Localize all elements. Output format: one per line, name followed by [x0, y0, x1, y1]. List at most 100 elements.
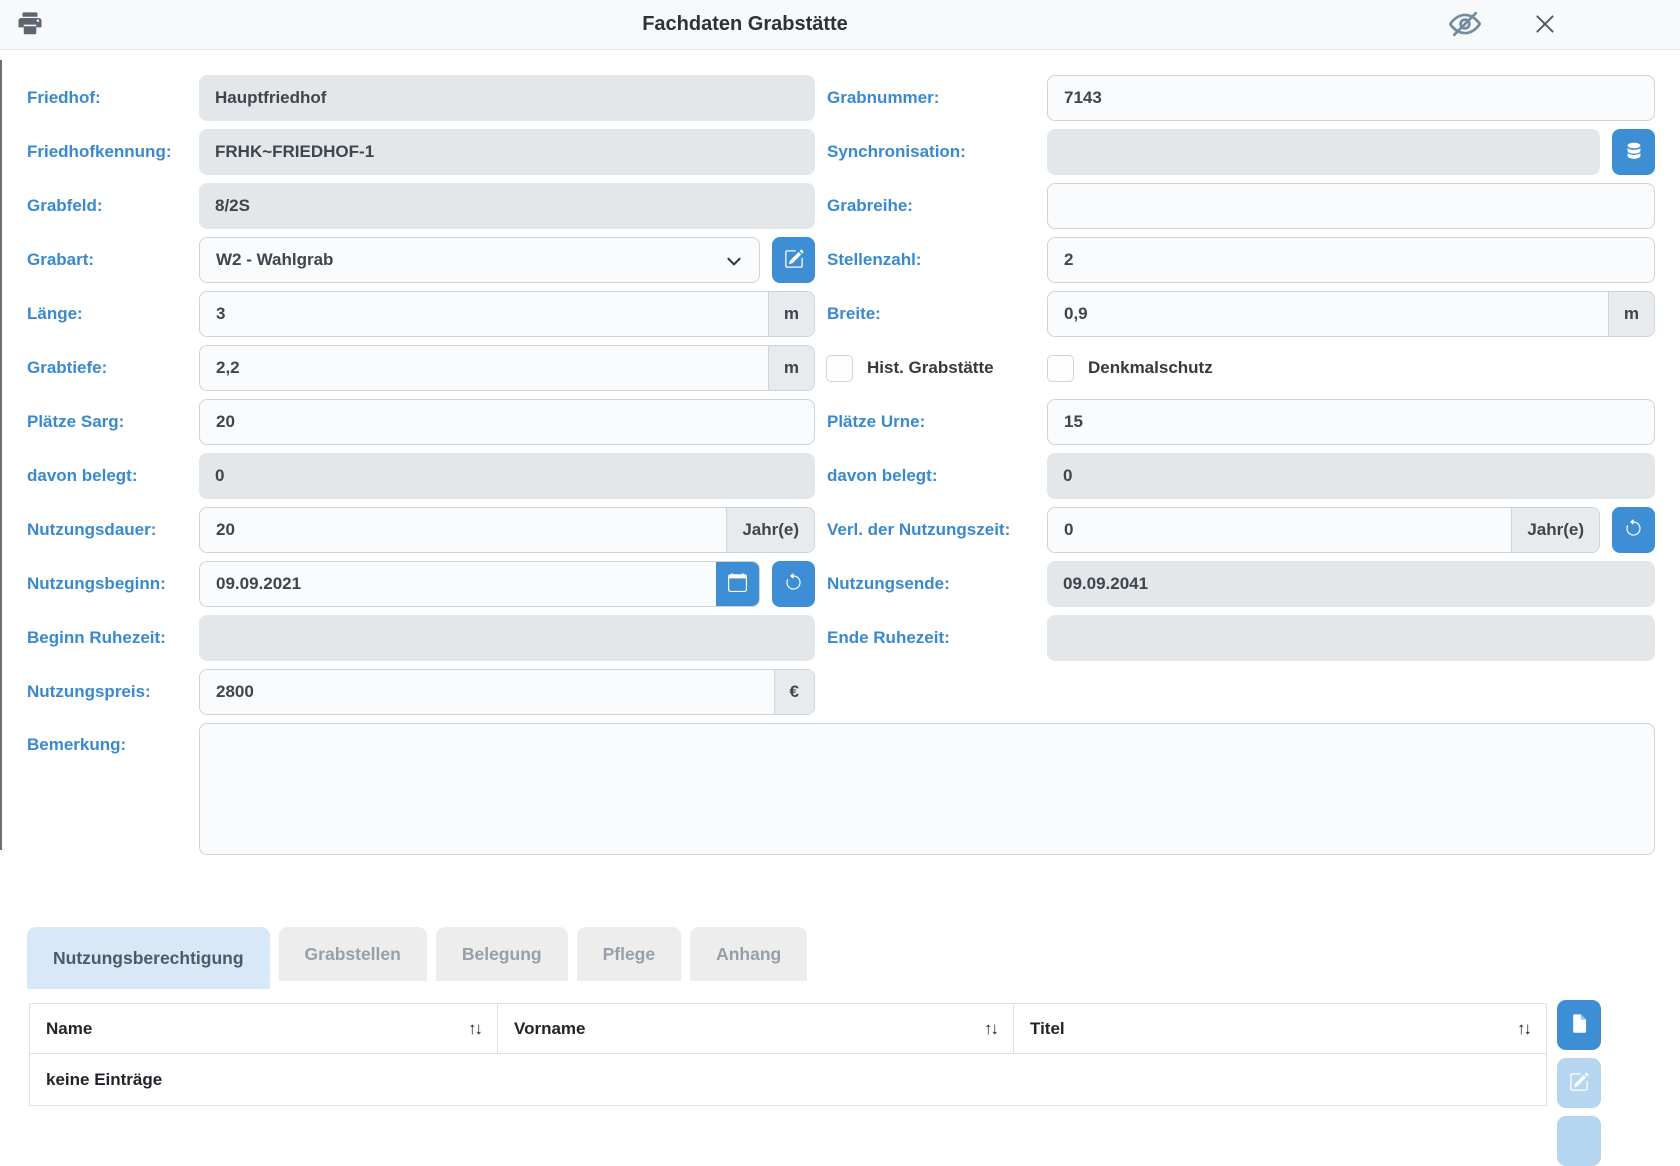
nutzungspreis-input[interactable]: [200, 670, 774, 714]
titlebar: Fachdaten Grabstätte: [0, 0, 1680, 50]
hist-grabstaette-label: Hist. Grabstätte: [867, 358, 994, 378]
davon-belegt-urne-input: [1047, 453, 1655, 499]
tab-belegung[interactable]: Belegung: [436, 927, 568, 981]
verl-nutzungszeit-label: Verl. der Nutzungszeit:: [815, 520, 1047, 540]
davon-belegt-sarg-input: [199, 453, 815, 499]
nutzungsberechtigung-panel: Name ↑↓ Vorname ↑↓ Titel ↑↓: [0, 989, 1680, 1166]
nutzungsdauer-input[interactable]: [200, 508, 726, 552]
denkmalschutz-checkbox[interactable]: [1047, 355, 1074, 382]
grabfeld-input: [199, 183, 815, 229]
breite-unit-addon: m: [1608, 292, 1654, 336]
ende-ruhezeit-label: Ende Ruhezeit:: [815, 628, 1047, 648]
synchronisation-input: [1047, 129, 1600, 175]
grabart-select[interactable]: W2 - Wahlgrab: [199, 237, 760, 283]
sort-icon[interactable]: ↑↓: [1517, 1019, 1530, 1039]
laenge-unit-addon: m: [768, 292, 814, 336]
row-nutzungsdauer-verlaengerung: Nutzungsdauer: Jahr(e) Verl. der Nutzung…: [27, 507, 1655, 553]
print-button[interactable]: [13, 8, 47, 42]
plaetze-urne-input[interactable]: [1048, 400, 1654, 444]
grabtiefe-label: Grabtiefe:: [27, 358, 199, 378]
empty-message: keine Einträge: [30, 1054, 1547, 1106]
grabart-edit-button[interactable]: [772, 237, 815, 283]
laenge-input[interactable]: [200, 292, 768, 336]
grabart-selected-value: W2 - Wahlgrab: [216, 250, 333, 270]
ende-ruhezeit-input: [1047, 615, 1655, 661]
tab-nutzungsberechtigung[interactable]: Nutzungsberechtigung: [27, 927, 270, 989]
synchronisation-database-button[interactable]: [1612, 129, 1655, 175]
table-actions: [1557, 1000, 1601, 1166]
sort-icon[interactable]: ↑↓: [468, 1019, 481, 1039]
bemerkung-label: Bemerkung:: [27, 735, 199, 755]
friedhofkennung-label: Friedhofkennung:: [27, 142, 199, 162]
close-button[interactable]: [1532, 11, 1558, 40]
detail-tabs: Nutzungsberechtigung Grabstellen Belegun…: [27, 927, 1680, 989]
edit-entry-button[interactable]: [1557, 1058, 1601, 1108]
toggle-visibility-button[interactable]: [1448, 7, 1482, 44]
verl-nutzungszeit-unit-addon: Jahr(e): [1511, 508, 1599, 552]
beginn-ruhezeit-input: [199, 615, 815, 661]
delete-entry-button[interactable]: [1557, 1116, 1601, 1166]
plaetze-sarg-input[interactable]: [200, 400, 814, 444]
grabnummer-label: Grabnummer:: [815, 88, 1047, 108]
verl-nutzungszeit-refresh-button[interactable]: [1612, 507, 1655, 553]
friedhofkennung-input: [199, 129, 815, 175]
denkmalschutz-label: Denkmalschutz: [1088, 358, 1213, 378]
refresh-icon: [784, 573, 803, 595]
grabreihe-label: Grabreihe:: [815, 196, 1047, 216]
row-davon-belegt: davon belegt: davon belegt:: [27, 453, 1655, 499]
row-ruhezeit: Beginn Ruhezeit: Ende Ruhezeit:: [27, 615, 1655, 661]
page-title: Fachdaten Grabstätte: [642, 13, 848, 36]
breite-input[interactable]: [1048, 292, 1608, 336]
add-entry-button[interactable]: [1557, 1000, 1601, 1050]
verl-nutzungszeit-input[interactable]: [1048, 508, 1511, 552]
grabreihe-input[interactable]: [1048, 184, 1654, 228]
nutzungsbeginn-input[interactable]: [200, 562, 716, 606]
hist-grabstaette-checkbox[interactable]: [826, 355, 853, 382]
row-laenge-breite: Länge: m Breite: m: [27, 291, 1655, 337]
column-header-titel[interactable]: Titel ↑↓: [1014, 1004, 1547, 1054]
row-grabfeld-grabreihe: Grabfeld: Grabreihe:: [27, 183, 1655, 229]
grabtiefe-input[interactable]: [200, 346, 768, 390]
row-grabart-stellenzahl: Grabart: W2 - Wahlgrab Stellenzahl:: [27, 237, 1655, 283]
nutzungsbeginn-refresh-button[interactable]: [772, 561, 815, 607]
row-bemerkung: Bemerkung:: [27, 723, 1655, 855]
tab-anhang[interactable]: Anhang: [690, 927, 807, 981]
new-document-icon: [1569, 1013, 1590, 1037]
breite-label: Breite:: [815, 304, 1047, 324]
beginn-ruhezeit-label: Beginn Ruhezeit:: [27, 628, 199, 648]
bemerkung-textarea[interactable]: [199, 723, 1655, 855]
tab-grabstellen[interactable]: Grabstellen: [279, 927, 427, 981]
plaetze-urne-label: Plätze Urne:: [815, 412, 1047, 432]
davon-belegt-sarg-label: davon belegt:: [27, 466, 199, 486]
nutzungspreis-label: Nutzungspreis:: [27, 682, 199, 702]
grabfeld-label: Grabfeld:: [27, 196, 199, 216]
nutzungsdauer-label: Nutzungsdauer:: [27, 520, 199, 540]
nutzungspreis-unit-addon: €: [774, 670, 814, 714]
refresh-icon: [1624, 519, 1643, 541]
grabnummer-input[interactable]: [1048, 76, 1654, 120]
edit-icon: [1569, 1072, 1589, 1095]
row-nutzungsbeginn-nutzungsende: Nutzungsbeginn:: [27, 561, 1655, 607]
friedhof-label: Friedhof:: [27, 88, 199, 108]
stellenzahl-label: Stellenzahl:: [815, 250, 1047, 270]
sort-icon[interactable]: ↑↓: [984, 1019, 997, 1039]
column-header-name[interactable]: Name ↑↓: [30, 1004, 498, 1054]
calendar-icon: [728, 573, 747, 595]
table-header-row: Name ↑↓ Vorname ↑↓ Titel ↑↓: [30, 1004, 1547, 1054]
eye-slash-icon: [1448, 7, 1482, 44]
grabtiefe-unit-addon: m: [768, 346, 814, 390]
nutzungsdauer-unit-addon: Jahr(e): [726, 508, 814, 552]
tab-pflege[interactable]: Pflege: [577, 927, 682, 981]
nutzungsbeginn-calendar-button[interactable]: [716, 561, 759, 607]
berechtigte-table: Name ↑↓ Vorname ↑↓ Titel ↑↓: [29, 1003, 1547, 1106]
row-friedhof-grabnummer: Friedhof: Grabnummer:: [27, 75, 1655, 121]
stellenzahl-input[interactable]: [1048, 238, 1654, 282]
davon-belegt-urne-label: davon belegt:: [815, 466, 1047, 486]
nutzungsende-input: [1047, 561, 1655, 607]
column-header-vorname[interactable]: Vorname ↑↓: [498, 1004, 1014, 1054]
edit-icon: [784, 249, 804, 272]
nutzungsbeginn-label: Nutzungsbeginn:: [27, 574, 199, 594]
row-grabtiefe-checkboxes: Grabtiefe: m Hist. Grabstätte Denkmalsch…: [27, 345, 1655, 391]
nutzungsende-label: Nutzungsende:: [815, 574, 1047, 594]
grave-form: Friedhof: Grabnummer: Friedhofkennung: S…: [0, 50, 1680, 855]
